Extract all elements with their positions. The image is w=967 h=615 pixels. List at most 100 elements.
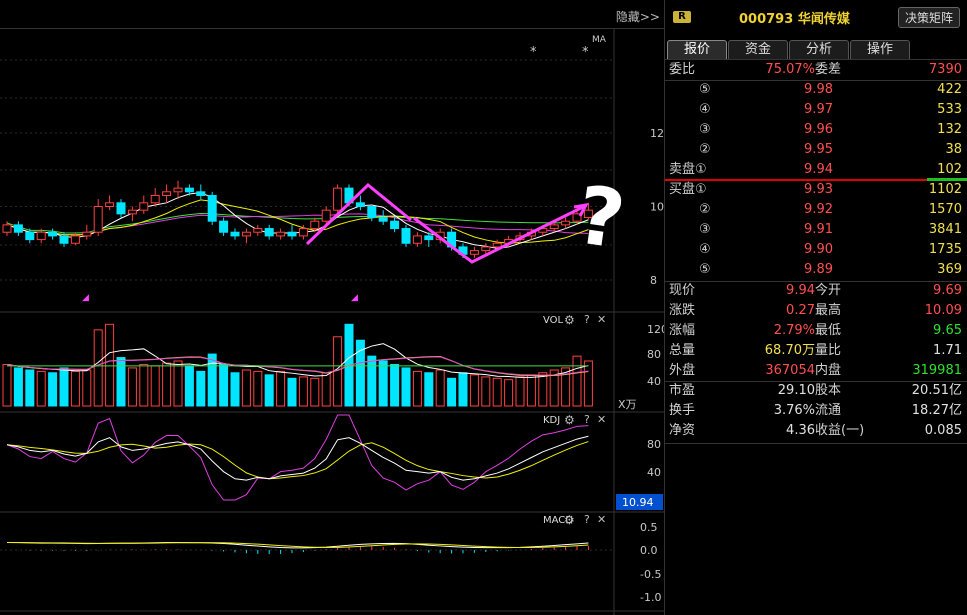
buy-level-row: 买盘① 9.93 1102 — [665, 180, 967, 200]
volume-bar — [241, 369, 251, 407]
stat-label: 现价 — [669, 283, 696, 298]
order-level-label: ⑤ — [699, 82, 711, 97]
order-price: 9.98 — [804, 82, 833, 97]
volume-bar — [13, 367, 23, 407]
signal-marker: ◢ — [82, 293, 89, 303]
stat-value: 9.65 — [933, 323, 962, 338]
decision-matrix-button[interactable]: 决策矩阵 — [897, 7, 960, 28]
fund-value: 3.76% — [773, 403, 815, 418]
volume-bar — [526, 374, 536, 407]
fund-label: 流通 — [815, 403, 842, 418]
volume-bar — [458, 372, 468, 407]
order-price: 9.97 — [804, 102, 833, 117]
stat-row: 总量 68.70万 量比 1.71 — [665, 341, 967, 361]
volume-bar — [435, 369, 445, 407]
sell-level-row: 卖盘① 9.94 102 — [665, 160, 967, 180]
order-price: 9.91 — [804, 222, 833, 237]
weicha-value: 7390 — [928, 62, 962, 77]
candle-body — [481, 246, 491, 252]
volume-bar — [264, 374, 274, 407]
volume-bar — [93, 329, 103, 407]
volume-bar — [481, 376, 491, 407]
candle-body — [321, 209, 331, 222]
order-volume: 102 — [937, 162, 962, 177]
volume-bar — [321, 372, 331, 407]
stat-value: 68.70万 — [764, 343, 815, 358]
order-level-label: ② — [699, 142, 711, 157]
volume-bar — [2, 363, 12, 407]
candle-body — [424, 235, 434, 241]
order-volume: 533 — [937, 102, 962, 117]
stat-value: 2.79% — [773, 323, 815, 338]
quote-panel: R 000793 华闻传媒 决策矩阵 报价 资金 分析 操作 委比 75.07%… — [664, 0, 967, 615]
volume-bar — [219, 363, 229, 407]
volume-bar — [184, 365, 194, 407]
volume-bar — [48, 372, 58, 407]
stat-label: 涨幅 — [669, 323, 696, 338]
fund-label: 市盈 — [669, 383, 696, 398]
volume-bar — [276, 370, 286, 407]
candle-body — [276, 231, 286, 237]
close-icon: ✕ — [597, 413, 606, 426]
candle-body — [139, 202, 149, 211]
ma-label: MA — [592, 35, 607, 45]
volume-bar — [105, 323, 115, 407]
candle-body — [367, 206, 377, 219]
candle-body — [173, 187, 183, 193]
vol-unit-label: X万 — [618, 398, 637, 411]
volume-bar — [583, 360, 593, 407]
macd-tick-label: 0.0 — [640, 544, 658, 557]
volume-bar — [139, 363, 149, 407]
order-volume: 3841 — [928, 222, 962, 237]
sell-level-row: ② 9.95 38 — [665, 140, 967, 160]
gear-icon: ⚙ — [564, 413, 575, 427]
macd-tick-label: -1.0 — [640, 591, 661, 604]
tab-quote[interactable]: 报价 — [667, 40, 727, 60]
kdj-title: KDJ — [543, 415, 560, 426]
tab-analysis[interactable]: 分析 — [789, 40, 849, 60]
help-icon: ? — [584, 513, 590, 526]
sell-level-row: ⑤ 9.98 422 — [665, 80, 967, 100]
order-price: 9.96 — [804, 122, 833, 137]
tab-funds[interactable]: 资金 — [728, 40, 788, 60]
order-level-label: 卖盘① — [669, 162, 707, 177]
volume-bar — [572, 355, 582, 407]
volume-bar — [378, 360, 388, 407]
kdj-d-line — [6, 441, 589, 480]
candle-body — [93, 206, 103, 233]
order-price: 9.92 — [804, 202, 833, 217]
stat-value: 9.69 — [933, 283, 962, 298]
weibi-label: 委比 — [669, 62, 696, 77]
candle-body — [378, 217, 388, 222]
kline-chart[interactable]: 12108MA**◢◢?VOL⚙?✕1208040X万KDJ⚙?✕804010.… — [0, 0, 664, 615]
volume-bar — [310, 377, 320, 407]
tab-operation[interactable]: 操作 — [850, 40, 910, 60]
fund-value: 29.10 — [777, 383, 815, 398]
order-volume: 369 — [937, 262, 962, 277]
rzrq-tag: R — [673, 11, 691, 23]
volume-bar — [173, 360, 183, 407]
fund-value: 4.36 — [786, 423, 815, 438]
stat-row: 涨跌 0.27 最高 10.09 — [665, 301, 967, 321]
candle-body — [116, 202, 126, 215]
candle-body — [105, 202, 115, 207]
buy-level-row: ④ 9.90 1735 — [665, 240, 967, 260]
volume-bar — [162, 362, 172, 407]
candle-body — [2, 224, 12, 233]
macd-dea-line — [6, 541, 589, 548]
candle-body — [25, 231, 35, 241]
star-mark: * — [582, 45, 589, 60]
buy-level-row: ② 9.92 1570 — [665, 200, 967, 220]
volume-bar — [196, 370, 206, 407]
price-tick-label: 12 — [650, 127, 664, 140]
volume-bar — [82, 369, 92, 407]
volume-bar — [116, 357, 126, 407]
candle-body — [253, 228, 263, 233]
fundamental-row: 净资 4.36 收益(一) 0.085 — [665, 421, 967, 441]
hide-panel-button[interactable]: 隐藏>> — [616, 8, 660, 25]
stock-code: 000793 — [739, 12, 794, 27]
order-price: 9.89 — [804, 262, 833, 277]
volume-bar — [287, 377, 297, 407]
candle-body — [412, 235, 422, 244]
close-icon: ✕ — [597, 313, 606, 326]
